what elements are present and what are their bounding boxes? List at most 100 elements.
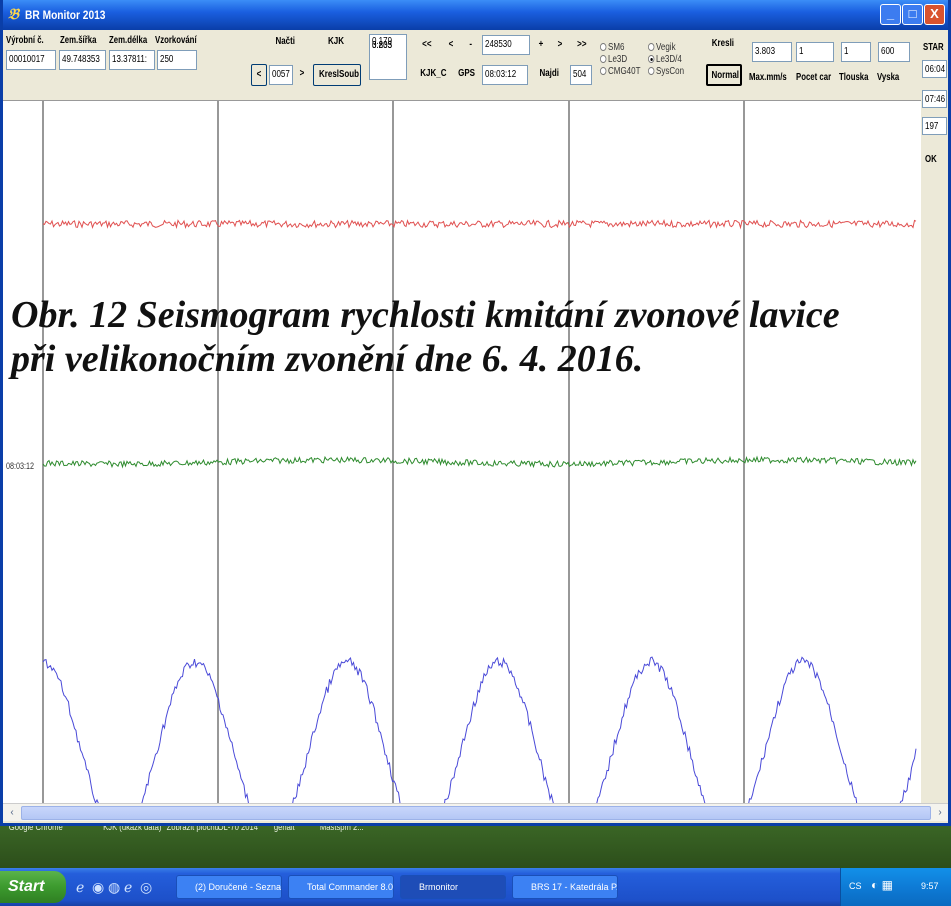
label-tlouska: Tlouska bbox=[839, 72, 869, 83]
start-time-field[interactable]: 06:04 bbox=[922, 60, 947, 78]
fast-forward-button[interactable]: >> bbox=[572, 35, 592, 57]
label-vyrobni: Výrobní č. bbox=[6, 35, 44, 46]
sampling-field[interactable]: 250 bbox=[157, 50, 197, 70]
task-seznam[interactable]: (2) Doručené - Sezna... bbox=[176, 875, 282, 899]
button-label: - bbox=[469, 39, 473, 50]
blue-channel-trace bbox=[42, 656, 917, 803]
start-button[interactable]: Start bbox=[0, 871, 66, 903]
task-total-commander[interactable]: Total Commander 8.0... bbox=[288, 875, 394, 899]
field-value: 3.803 bbox=[755, 46, 776, 57]
seismogram-plot: Obr. 12 Seismogram rychlosti kmitání zvo… bbox=[3, 100, 921, 803]
forward-button[interactable]: > bbox=[552, 35, 568, 57]
field-value: 06:04 bbox=[925, 64, 946, 75]
latitude-field[interactable]: 49.748353 bbox=[59, 50, 106, 70]
radio-vegik[interactable]: Vegik bbox=[648, 42, 676, 53]
scroll-thumb[interactable] bbox=[21, 806, 931, 820]
side-value-field[interactable]: 197 bbox=[922, 117, 947, 135]
file-number-field[interactable]: 0057 bbox=[269, 65, 293, 85]
normal-button[interactable]: Normal bbox=[706, 64, 742, 86]
radio-label: Le3D bbox=[608, 54, 628, 65]
readout-value: 3.803 bbox=[372, 40, 393, 51]
figure-caption: Obr. 12 Seismogram rychlosti kmitání zvo… bbox=[11, 293, 840, 381]
task-label: Total Commander 8.0... bbox=[307, 882, 394, 892]
load-button[interactable]: Načti bbox=[265, 32, 305, 54]
time-marker-label: 08:03:12 bbox=[6, 461, 35, 471]
field-value: 49.748353 bbox=[62, 54, 100, 65]
height-field[interactable]: 600 bbox=[878, 42, 910, 62]
back-button[interactable]: < bbox=[443, 35, 459, 57]
caption-line: při velikonočním zvonění dne 6. 4. 2016. bbox=[11, 338, 644, 380]
kjk-button[interactable]: KJK bbox=[316, 32, 356, 54]
title-bar[interactable]: 𝔅 BR Monitor 2013 _ □ X bbox=[3, 0, 948, 30]
task-brmonitor[interactable]: Brmonitor bbox=[400, 875, 506, 899]
minus-button[interactable]: - bbox=[463, 35, 479, 57]
longitude-field[interactable]: 13.37811: bbox=[109, 50, 155, 70]
app-logo-icon: 𝔅 bbox=[8, 6, 19, 23]
horizontal-scrollbar[interactable]: ‹ › bbox=[3, 803, 948, 821]
language-indicator[interactable]: CS bbox=[849, 881, 862, 891]
label-sirka: Zem.šířka bbox=[60, 35, 97, 46]
radio-indicator bbox=[648, 55, 655, 63]
radio-le3d[interactable]: Le3D bbox=[600, 54, 627, 65]
field-value: 13.37811: bbox=[112, 54, 147, 65]
button-label: GPS bbox=[458, 68, 476, 79]
label-vyska: Vyska bbox=[877, 72, 900, 83]
kjk-c-button[interactable]: KJK_C bbox=[415, 64, 451, 86]
serial-number-field[interactable]: 00010017 bbox=[6, 50, 56, 70]
max-mm-field[interactable]: 3.803 bbox=[752, 42, 792, 62]
prev-file-button[interactable]: < bbox=[251, 64, 267, 86]
field-value: 0057 bbox=[272, 69, 290, 80]
field-value: 504 bbox=[573, 69, 587, 80]
button-label: < bbox=[256, 69, 262, 80]
clock: 9:57 bbox=[921, 881, 939, 891]
button-label: >> bbox=[577, 39, 587, 50]
scroll-right-icon[interactable]: › bbox=[932, 805, 948, 821]
button-label: > bbox=[299, 68, 305, 79]
radio-cmg40t[interactable]: CMG40T bbox=[600, 66, 640, 77]
button-label: Normal bbox=[711, 70, 740, 81]
maximize-button[interactable]: □ bbox=[902, 4, 923, 25]
radio-sm6[interactable]: SM6 bbox=[600, 42, 624, 53]
label-max-mm: Max.mm/s bbox=[749, 72, 787, 83]
gps-time-field[interactable]: 08:03:12 bbox=[482, 65, 528, 85]
field-value: 07:46 bbox=[925, 94, 946, 105]
scroll-left-icon[interactable]: ‹ bbox=[4, 805, 20, 821]
plus-button[interactable]: + bbox=[533, 35, 549, 57]
end-time-field[interactable]: 07:46 bbox=[922, 90, 947, 108]
field-value: 08:03:12 bbox=[485, 69, 517, 80]
find-button[interactable]: Najdi bbox=[533, 64, 565, 86]
draw-button[interactable]: Kresli bbox=[706, 34, 740, 56]
button-label: KreslSoub bbox=[319, 69, 360, 80]
right-side-panel: STAR 06:04 07:46 197 OK bbox=[921, 30, 948, 803]
line-count-field[interactable]: 1 bbox=[796, 42, 834, 62]
quicklaunch-explorer-icon[interactable]: ◉ bbox=[92, 879, 104, 896]
radio-le3d4[interactable]: Le3D/4 bbox=[648, 54, 682, 65]
quicklaunch-firefox-icon[interactable]: ◍ bbox=[108, 879, 120, 896]
quicklaunch-ie2-icon[interactable]: ℯ bbox=[124, 879, 132, 896]
find-value-field[interactable]: 504 bbox=[570, 65, 592, 85]
task-label: Brmonitor bbox=[419, 882, 459, 892]
quicklaunch-chrome-icon[interactable]: ◎ bbox=[140, 879, 152, 896]
rewind-button[interactable]: << bbox=[417, 35, 437, 57]
minimize-button[interactable]: _ bbox=[880, 4, 901, 25]
status-ok: OK bbox=[925, 154, 937, 165]
button-label: + bbox=[538, 39, 544, 50]
gps-button[interactable]: GPS bbox=[455, 64, 479, 86]
thickness-field[interactable]: 1 bbox=[841, 42, 871, 62]
task-brs17[interactable]: BRS 17 - Katedrála P... bbox=[512, 875, 618, 899]
close-button[interactable]: X bbox=[924, 4, 945, 25]
tray-icons[interactable]: ◐ ▦ bbox=[871, 878, 893, 892]
radio-indicator bbox=[600, 67, 607, 75]
radio-label: SysCon bbox=[656, 66, 685, 77]
button-label: Najdi bbox=[539, 68, 559, 79]
quicklaunch-ie-icon[interactable]: ℯ bbox=[76, 879, 84, 896]
next-file-button[interactable]: > bbox=[295, 64, 309, 86]
radio-indicator bbox=[648, 67, 655, 75]
counter-field[interactable]: 248530 bbox=[482, 35, 530, 55]
seismogram-canvas bbox=[42, 101, 917, 803]
radio-syscon[interactable]: SysCon bbox=[648, 66, 684, 77]
field-value: 600 bbox=[881, 46, 895, 57]
field-value: 1 bbox=[844, 46, 849, 57]
draw-file-button[interactable]: KreslSoub bbox=[313, 64, 361, 86]
radio-indicator bbox=[648, 43, 655, 51]
